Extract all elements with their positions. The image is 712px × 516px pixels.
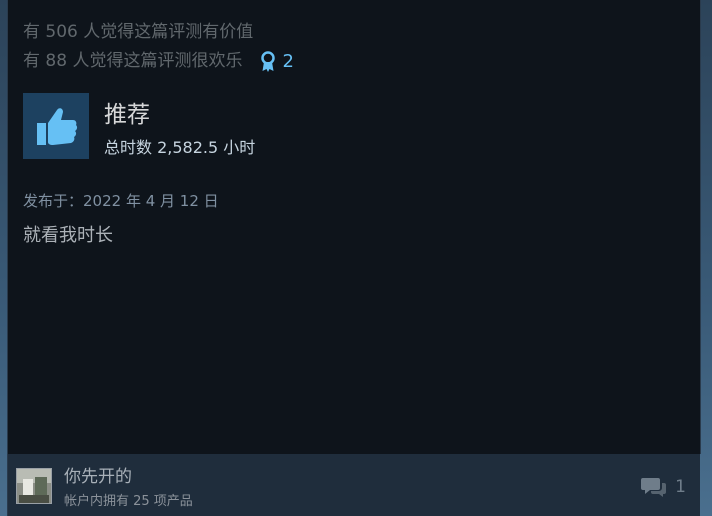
comment-bubbles-icon — [641, 478, 667, 497]
funny-line: 有 88 人觉得这篇评测很欢乐 2 — [23, 47, 294, 76]
award-ribbon-icon — [261, 50, 276, 72]
review-card: 有 506 人觉得这篇评测有价值 有 88 人觉得这篇评测很欢乐 2 推荐 总时… — [7, 0, 701, 454]
review-author-bar: 你先开的 帐户内拥有 25 项产品 1 — [7, 454, 700, 516]
avatar-image — [17, 469, 51, 503]
award-badge[interactable]: 2 — [260, 47, 294, 76]
review-page: 有 506 人觉得这篇评测有价值 有 88 人觉得这篇评测很欢乐 2 推荐 总时… — [0, 0, 712, 516]
helpful-count-text: 有 506 人觉得这篇评测有价值 — [23, 22, 254, 42]
review-verdict[interactable]: 推荐 — [104, 101, 150, 129]
author-name[interactable]: 你先开的 — [64, 466, 132, 488]
funny-count-text: 有 88 人觉得这篇评测很欢乐 — [23, 51, 243, 71]
comment-count: 1 — [675, 477, 686, 497]
posted-date: 发布于：2022 年 4 月 12 日 — [23, 192, 219, 210]
comments-link[interactable]: 1 — [641, 476, 686, 498]
avatar[interactable] — [16, 468, 52, 504]
review-body: 就看我时长 — [23, 225, 113, 246]
author-products[interactable]: 帐户内拥有 25 项产品 — [64, 493, 193, 511]
award-count: 2 — [282, 51, 294, 72]
helpful-line: 有 506 人觉得这篇评测有价值 — [23, 18, 294, 47]
helpfulness-info: 有 506 人觉得这篇评测有价值 有 88 人觉得这篇评测很欢乐 2 — [23, 18, 294, 76]
recommendation-thumb[interactable] — [23, 93, 89, 159]
thumbs-up-icon — [37, 108, 78, 145]
playtime-hours: 总时数 2,582.5 小时 — [104, 138, 256, 157]
